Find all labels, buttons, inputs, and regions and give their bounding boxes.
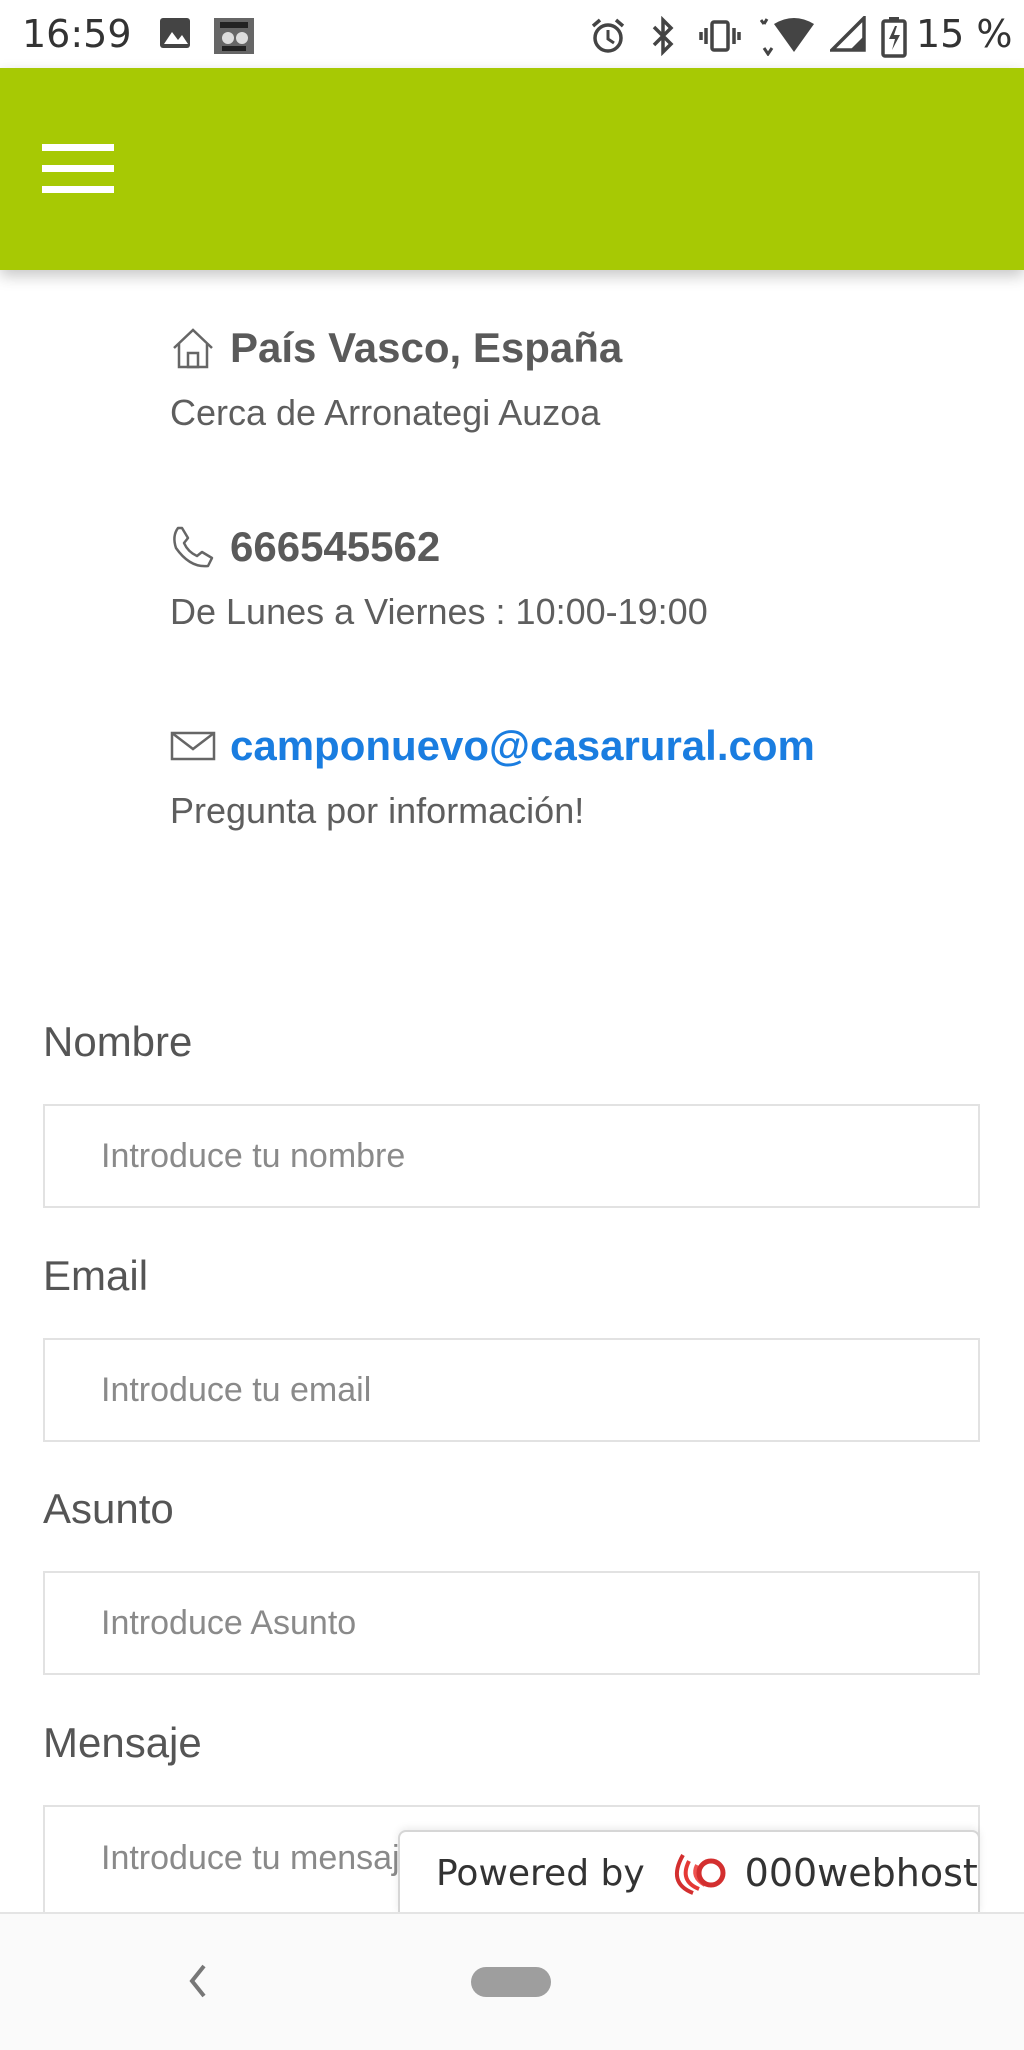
subject-label: Asunto bbox=[43, 1485, 174, 1532]
location-title: País Vasco, España bbox=[230, 324, 623, 371]
site-header bbox=[0, 68, 1024, 270]
signal-icon bbox=[830, 16, 866, 52]
image-icon bbox=[158, 16, 192, 50]
powered-by-brand: 000webhost bbox=[744, 1851, 978, 1895]
back-icon[interactable] bbox=[180, 1956, 216, 2006]
email-link[interactable]: camponuevo@casarural.com bbox=[230, 722, 815, 770]
phone-hours: De Lunes a Viernes : 10:00-19:00 bbox=[170, 591, 708, 632]
powered-by-text: Powered by bbox=[436, 1852, 645, 1894]
powered-by-badge[interactable]: Powered by 000webhost bbox=[398, 1830, 980, 1914]
hamburger-menu-icon[interactable] bbox=[42, 144, 114, 194]
battery-charging-icon bbox=[880, 16, 908, 58]
location-subtitle: Cerca de Arronategi Auzoa bbox=[170, 392, 601, 433]
mail-icon bbox=[170, 722, 220, 770]
message-label: Mensaje bbox=[43, 1719, 202, 1766]
alarm-icon bbox=[588, 16, 628, 56]
email-label: Email bbox=[43, 1252, 149, 1299]
email-subtitle: Pregunta por información! bbox=[170, 790, 585, 831]
name-input[interactable] bbox=[43, 1104, 980, 1208]
contact-location: País Vasco, España Cerca de Arronategi A… bbox=[170, 318, 622, 434]
system-nav-bar bbox=[0, 1912, 1024, 2050]
vibrate-icon bbox=[698, 16, 742, 56]
contact-phone: 666545562 De Lunes a Viernes : 10:00-19:… bbox=[170, 517, 708, 633]
wifi-icon bbox=[760, 16, 816, 56]
subject-input[interactable] bbox=[43, 1571, 980, 1675]
bluetooth-icon bbox=[648, 16, 678, 56]
contact-email: camponuevo@casarural.com Pregunta por in… bbox=[170, 716, 815, 832]
app-notification-icon bbox=[212, 16, 256, 56]
phone-number[interactable]: 666545562 bbox=[230, 523, 440, 571]
home-icon bbox=[170, 324, 220, 372]
000webhost-logo-icon bbox=[663, 1845, 733, 1901]
status-time: 16:59 bbox=[22, 12, 132, 56]
email-input[interactable] bbox=[43, 1338, 980, 1442]
status-bar: 16:59 15 % bbox=[0, 0, 1024, 68]
name-label: Nombre bbox=[43, 1018, 193, 1065]
phone-icon bbox=[170, 523, 220, 571]
battery-percentage: 15 % bbox=[916, 12, 1013, 56]
home-pill-icon[interactable] bbox=[471, 1967, 551, 1997]
